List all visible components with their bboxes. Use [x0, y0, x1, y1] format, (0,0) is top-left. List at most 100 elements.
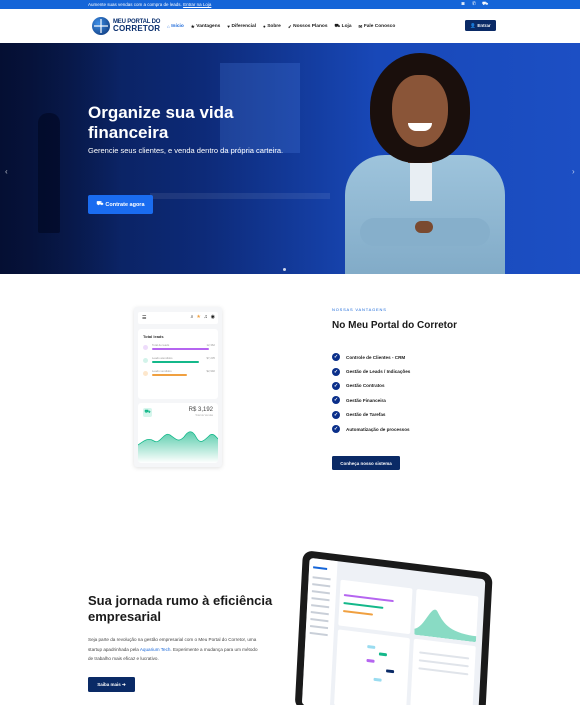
logo[interactable]: MEU PORTAL DO CORRETOR	[92, 17, 160, 35]
section-kicker: NOSSAS VANTAGENS	[332, 307, 387, 312]
tablet-event	[378, 652, 388, 657]
nav-label: Fale Conosco	[363, 24, 396, 29]
left-shade	[0, 43, 120, 274]
whatsapp-icon[interactable]: ✆	[471, 1, 477, 7]
feature-item: ✓ Gestão Contratos	[332, 379, 410, 393]
feature-item: ✓ Gestão de Leads / Indicações	[332, 364, 410, 378]
carousel-next-icon[interactable]: ›	[572, 167, 575, 176]
nav-item-loja[interactable]: ⛟ Loja	[335, 23, 352, 30]
carousel-prev-icon[interactable]: ‹	[5, 167, 8, 176]
tablet-menu-item	[311, 604, 330, 609]
announcement-text: Aumente suas vendas com a compra de lead…	[88, 2, 182, 7]
globe-logo-icon	[92, 17, 110, 35]
check-icon: ✓	[332, 410, 340, 419]
check-icon: ✓	[332, 396, 340, 405]
feature-label: Gestão de Leads / Indicações	[346, 369, 411, 375]
heart-icon: ♥	[227, 24, 230, 29]
nav-label: Diferencial	[231, 24, 256, 29]
nav-item-inicio[interactable]: ⌂ Início	[167, 23, 184, 30]
contract-now-button[interactable]: ⛟ Contrate agora	[88, 195, 153, 214]
feature-label: Automatização de processos	[346, 426, 410, 432]
check-icon: ✓	[332, 425, 340, 434]
lead-row-label: Leads atendidos	[152, 356, 173, 360]
card-label: Total leads	[143, 334, 164, 339]
nav-label: Início	[171, 24, 184, 29]
tablet-bar	[418, 659, 469, 668]
top-announcement-bar: Aumente suas vendas com a compra de lead…	[0, 0, 580, 9]
section-title: No Meu Portal do Corretor	[332, 320, 458, 331]
tablet-area-chart	[414, 609, 477, 643]
tablet-menu-item	[310, 611, 329, 616]
cart-icon: ⛟	[143, 408, 152, 417]
check-icon: ✓	[332, 381, 340, 390]
lead-progress	[152, 374, 187, 376]
carousel-dot[interactable]	[283, 268, 286, 271]
tablet-frame	[294, 550, 493, 705]
lead-progress	[152, 361, 200, 363]
tablet-sidebar	[301, 557, 338, 705]
store-link[interactable]: Entrar na Loja	[183, 2, 211, 7]
menu-icon: ☰	[142, 315, 147, 321]
sales-subtitle: Total de Vendas	[195, 414, 213, 417]
lead-row-label: Leads vendidos	[152, 369, 172, 373]
hero-subtitle: Gerencie seus clientes, e venda dentro d…	[88, 146, 284, 155]
lead-row: Leads vendidos $2,992	[143, 369, 215, 379]
tablet-menu-item	[310, 618, 329, 623]
tablet-logo	[313, 566, 328, 570]
instagram-icon[interactable]: ◙	[460, 1, 466, 7]
hero-banner: Organize sua vida financeira Gerencie se…	[0, 43, 580, 274]
tablet-menu-item	[309, 631, 328, 637]
avatar: ◉	[210, 314, 215, 320]
tablet-bar	[419, 651, 470, 660]
tablet-bar	[342, 609, 374, 616]
total-leads-card: Total leads Total de leads 12,362 Leads …	[138, 329, 218, 399]
feature-item: ✓ Automatização de processos	[332, 422, 410, 436]
nav-label: Sobre	[267, 24, 281, 29]
cta-label: Contrate agora	[105, 201, 145, 208]
tablet-event	[366, 658, 375, 663]
nav-item-sobre[interactable]: ● Sobre	[263, 23, 281, 30]
search-icon: ⌕	[190, 314, 194, 320]
dashboard-mockup: ☰ ⌕ ★ ♫ ◉ Total leads Total de leads 12,362…	[134, 307, 222, 467]
tablet-mockup	[294, 550, 493, 705]
logo-line2: CORRETOR	[113, 24, 161, 33]
nav-item-vantagens[interactable]: ★ Vantagens	[191, 23, 221, 30]
bell-icon: ♫	[203, 314, 208, 320]
feature-label: Controle de Clientes - CRM	[346, 354, 406, 360]
aquarium-tech-link[interactable]: Aquarium Tech	[140, 647, 171, 652]
background-desk	[150, 193, 330, 199]
background-person-silhouette	[38, 113, 60, 233]
login-button[interactable]: 👤 Entrar	[465, 20, 496, 31]
discover-system-button[interactable]: Conheça nosso sistema	[332, 456, 400, 470]
nav-item-planos[interactable]: ➶ Nossos Planos	[288, 23, 328, 30]
nav-label: Loja	[341, 24, 352, 29]
tablet-calendar-panel	[334, 629, 410, 705]
feature-label: Gestão de Tarefas	[346, 412, 386, 418]
nav-label: Vantagens	[196, 24, 221, 29]
home-icon: ⌂	[167, 24, 170, 29]
feature-item: ✓ Gestão de Tarefas	[332, 408, 410, 422]
cart-icon[interactable]: ⛟	[482, 1, 488, 7]
announcement: Aumente suas vendas com a compra de lead…	[88, 2, 211, 7]
lead-progress	[152, 348, 209, 350]
nav-label: Nossos Planos	[293, 24, 328, 29]
feature-item: ✓ Gestão Financeira	[332, 393, 410, 407]
lead-icon	[143, 371, 148, 376]
tablet-bar	[343, 602, 384, 609]
star-icon: ★	[190, 23, 195, 29]
tablet-menu-item	[311, 590, 330, 595]
nav-item-diferencial[interactable]: ♥ Diferencial	[227, 23, 256, 30]
hero-title: Organize sua vida financeira	[88, 103, 234, 143]
feature-label: Gestão Contratos	[346, 383, 385, 389]
learn-more-button[interactable]: Saiba mais ➔	[88, 677, 135, 692]
tablet-menu-item	[311, 597, 330, 602]
lead-row-value: $7,235	[206, 356, 215, 360]
nav-item-contato[interactable]: ✉ Fale Conosco	[359, 23, 396, 30]
tablet-list-panel	[409, 638, 476, 705]
lead-row: Total de leads 12,362	[143, 343, 215, 353]
feature-list: ✓ Controle de Clientes - CRM ✓ Gestão de L…	[332, 350, 410, 436]
journey-text: Seja parte da revolução na gestão empres…	[88, 635, 260, 664]
tablet-bar	[418, 667, 469, 676]
mockup-topbar: ☰ ⌕ ★ ♫ ◉	[138, 312, 218, 324]
feature-label: Gestão Financeira	[346, 397, 386, 403]
